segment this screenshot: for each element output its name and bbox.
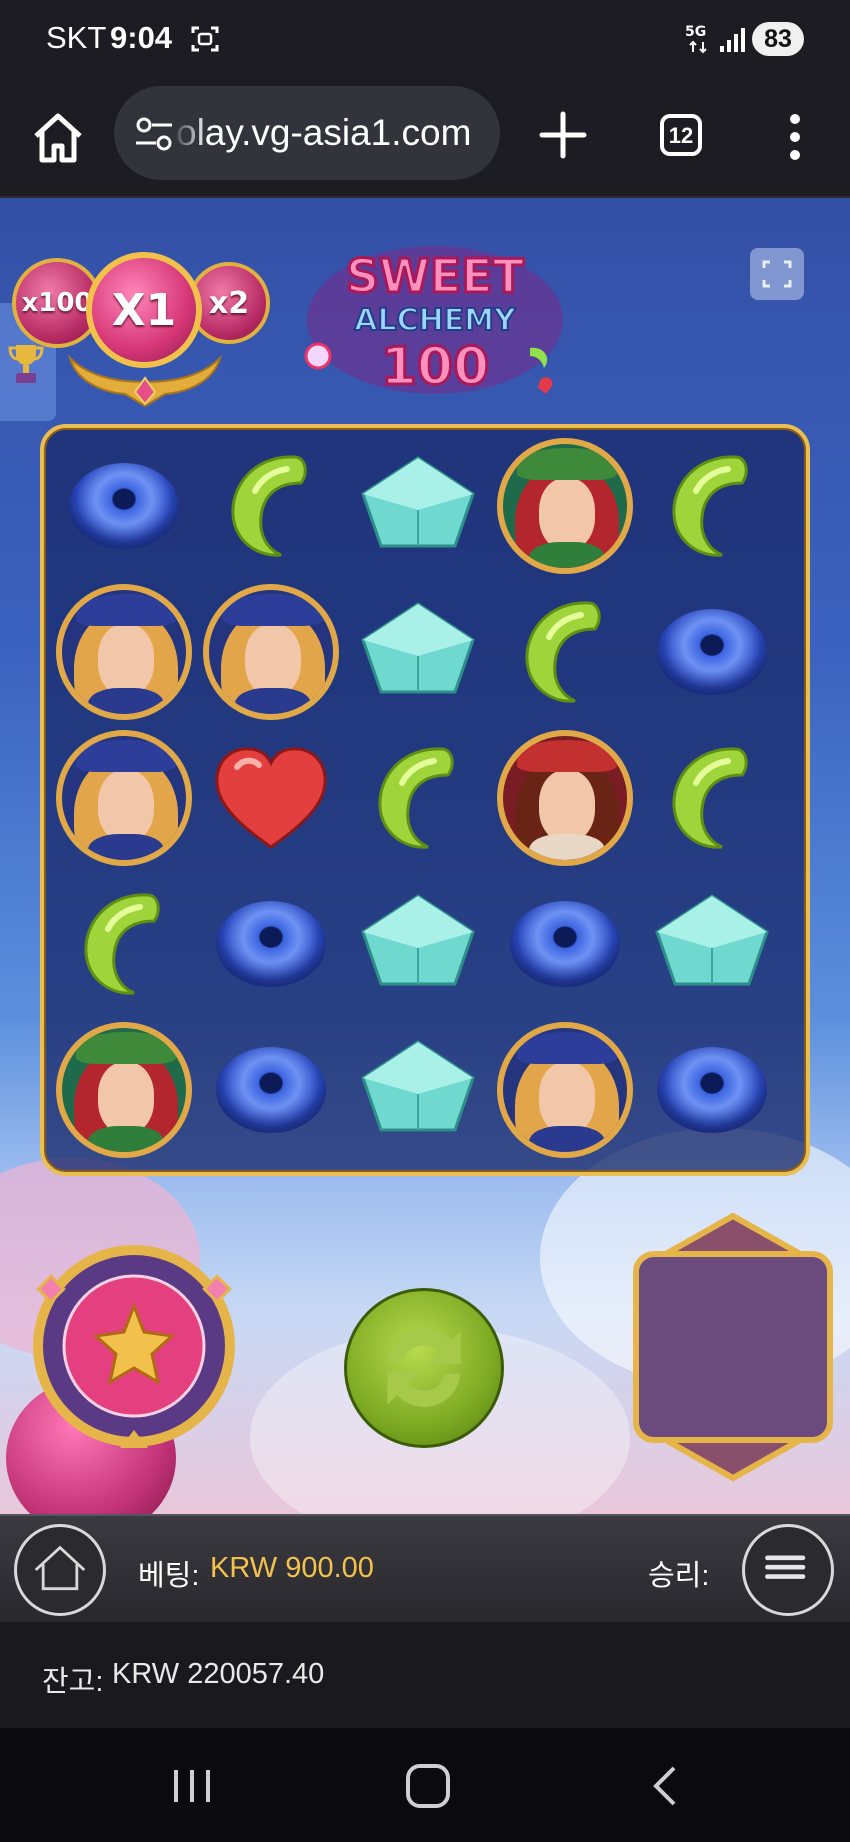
balance-value: KRW 220057.40 xyxy=(112,1658,325,1690)
logo-line2: ALCHEMY xyxy=(354,303,517,338)
back-icon[interactable] xyxy=(650,1764,680,1808)
symbol-gem xyxy=(348,874,488,1014)
home-circle-icon[interactable] xyxy=(406,1764,450,1808)
symbol-bean xyxy=(201,436,341,576)
symbol-donut xyxy=(54,436,194,576)
battery-icon: 83 xyxy=(752,22,804,56)
bet-value[interactable]: KRW 900.00 xyxy=(210,1552,374,1585)
tabs-icon[interactable]: 12 xyxy=(660,114,702,156)
logo-line1: SWEET xyxy=(346,249,525,303)
hamburger-icon xyxy=(765,1555,806,1579)
refresh-icon xyxy=(387,1329,461,1407)
browser-toolbar: olay.vg-asia1.com 12 xyxy=(0,80,850,198)
clock: 9:04 xyxy=(110,20,173,55)
symbol-bean xyxy=(642,436,782,576)
symbol-bean xyxy=(495,582,635,722)
symbol-donut xyxy=(495,874,635,1014)
more-vert-icon[interactable] xyxy=(780,112,810,162)
symbol-portrait-green xyxy=(54,1020,194,1160)
balance-bar: 잔고: KRW 220057.40 xyxy=(0,1622,850,1728)
symbol-gem xyxy=(348,1020,488,1160)
bet-bar: 베팅: KRW 900.00 승리: xyxy=(0,1514,850,1622)
screenshot-icon xyxy=(191,26,219,52)
site-settings-icon[interactable] xyxy=(134,116,174,152)
symbol-portrait-green xyxy=(495,436,635,576)
multiplier-ornament xyxy=(68,354,222,408)
autoplay-button[interactable] xyxy=(28,1240,240,1452)
game-home-button[interactable] xyxy=(14,1524,106,1616)
5g-icon: 5G xyxy=(685,24,707,54)
system-nav-bar xyxy=(0,1728,850,1842)
symbol-heart xyxy=(201,728,341,868)
balance-label: 잔고: xyxy=(42,1666,104,1698)
carrier-label: SKT xyxy=(46,20,107,55)
fullscreen-button[interactable] xyxy=(750,248,804,300)
symbol-donut xyxy=(201,1020,341,1160)
symbol-gem xyxy=(348,582,488,722)
signal-icon xyxy=(720,28,745,52)
symbol-bean xyxy=(54,874,194,1014)
address-bar[interactable]: olay.vg-asia1.com xyxy=(114,86,500,180)
house-icon xyxy=(34,1545,86,1591)
fullscreen-icon xyxy=(762,260,792,288)
status-bar: SKT 9:04 5G 83 xyxy=(0,0,850,80)
symbol-donut xyxy=(642,582,782,722)
reel-grid[interactable] xyxy=(40,424,810,1176)
svg-text:5G: 5G xyxy=(685,24,706,40)
symbol-portrait-red xyxy=(495,728,635,868)
logo-line3: 100 xyxy=(381,337,490,397)
symbol-donut xyxy=(201,874,341,1014)
spin-button[interactable] xyxy=(344,1288,504,1448)
game-logo: SWEET ALCHEMY 100 xyxy=(304,246,563,399)
recent-apps-icon[interactable] xyxy=(170,1766,214,1806)
trophy-icon xyxy=(8,345,44,383)
symbol-portrait-blue xyxy=(54,582,194,722)
home-icon[interactable] xyxy=(30,110,86,166)
buy-feature-panel[interactable] xyxy=(628,1208,838,1486)
game-canvas[interactable]: x100 x2 X1 SWEET ALCHEMY 100 xyxy=(0,198,850,1514)
symbol-portrait-blue xyxy=(495,1020,635,1160)
url-text: olay.vg-asia1.com xyxy=(176,112,472,153)
symbol-gem xyxy=(348,436,488,576)
symbol-portrait-blue xyxy=(201,582,341,722)
symbol-gem xyxy=(642,874,782,1014)
url-fade xyxy=(172,86,208,180)
new-tab-icon[interactable] xyxy=(536,108,590,162)
win-label: 승리: xyxy=(648,1560,710,1592)
symbol-bean xyxy=(642,728,782,868)
bet-label: 베팅: xyxy=(138,1560,200,1592)
menu-button[interactable] xyxy=(742,1524,834,1616)
symbol-bean xyxy=(348,728,488,868)
symbol-donut xyxy=(642,1020,782,1160)
symbol-portrait-blue xyxy=(54,728,194,868)
